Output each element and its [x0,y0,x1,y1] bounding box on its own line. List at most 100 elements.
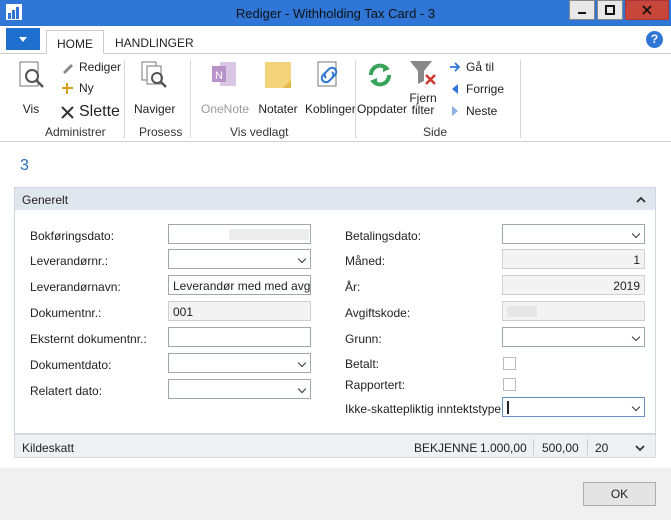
vendor-name-field[interactable]: Leverandør med med avgift [168,275,311,295]
group-vis-vedlagt: Vis vedlagt [230,125,289,139]
kildeskatt-title: Kildeskatt [22,441,75,455]
next-label: Neste [466,104,498,118]
notes-icon [263,60,293,90]
triangle-left-icon [452,84,458,94]
refresh-button[interactable]: Oppdater [357,60,407,116]
pencil-icon [63,63,73,74]
external-doc-no-label: Eksternt dokumentnr.: [30,332,147,346]
group-prosess: Prosess [139,125,183,139]
close-icon [642,5,652,15]
tax-code-field[interactable] [502,301,645,321]
delete-icon [61,105,74,119]
navigate-label: Naviger [134,102,176,116]
previous-label: Forrige [466,82,505,96]
page-title: 3 [20,157,29,174]
month-value: 1 [633,253,640,267]
reason-select[interactable] [502,327,645,347]
edit-label: Rediger [79,60,122,74]
ribbon-separator [520,60,521,138]
external-doc-no-field[interactable] [168,327,311,347]
year-field[interactable]: 2019 [502,275,645,295]
chevron-down-icon[interactable] [635,443,645,453]
links-icon [314,60,344,90]
application-menu-button[interactable] [6,28,40,50]
help-icon[interactable]: ? [646,31,663,48]
view-button[interactable]: Vis [15,60,47,116]
document-no-label: Dokumentnr.: [30,306,102,320]
group-side: Side [423,125,448,139]
kildeskatt-summary-amount: 1.000,00 [480,441,527,455]
paid-label: Betalt: [345,357,380,371]
year-value: 2019 [613,279,640,293]
next-button[interactable]: Neste [449,104,497,118]
posting-date-label: Bokføringsdato: [30,229,115,243]
ribbon-tabs: HOME HANDLINGER [0,26,671,54]
month-field[interactable]: 1 [502,249,645,269]
related-date-label: Relatert dato: [30,384,103,398]
general-header[interactable]: Generelt [15,188,655,210]
vendor-no-select[interactable] [168,249,311,269]
chevron-up-icon[interactable] [636,195,646,205]
notes-label: Notater [258,102,298,116]
month-label: Måned: [345,254,386,268]
goto-label: Gå til [466,60,495,74]
general-title: Generelt [22,193,69,207]
new-button[interactable]: Ny [61,81,94,95]
document-no-field[interactable]: 001 [168,301,311,321]
payment-date-label: Betalingsdato: [345,229,422,243]
triangle-right-icon [452,106,458,116]
kildeskatt-summary-tax: 500,00 [542,441,579,455]
previous-button[interactable]: Forrige [449,82,504,96]
svg-text:N: N [215,70,223,82]
reason-label: Grunn: [345,332,382,346]
new-icon [62,82,73,94]
non-taxable-income-select[interactable] [502,397,645,417]
navigate-icon [139,60,169,90]
ok-button[interactable]: OK [583,482,656,506]
divider [533,439,534,455]
tax-code-label: Avgiftskode: [345,306,411,320]
paid-checkbox[interactable] [503,357,516,370]
links-button[interactable]: Koblinger [305,60,356,116]
ribbon: Vis Rediger Ny Slette Administrer Navige… [0,54,671,142]
delete-label: Slette [79,103,120,120]
minimize-button[interactable] [569,0,595,20]
related-date-select[interactable] [168,379,311,399]
links-label: Koblinger [305,102,356,116]
year-label: År: [345,280,361,294]
ribbon-separator [190,60,191,138]
clear-filter-label-2: filter [411,103,435,117]
view-icon [16,60,46,90]
maximize-button[interactable] [597,0,623,20]
kildeskatt-summary-rate: 20 [595,441,609,455]
kildeskatt-summary-code: BEKJENNE [414,441,478,455]
reported-checkbox[interactable] [503,378,516,391]
vendor-no-label: Leverandørnr.: [30,254,109,268]
navigate-button[interactable]: Naviger [134,60,175,116]
posting-date-field[interactable] [168,224,311,244]
vendor-name-label: Leverandørnavn: [30,280,121,294]
goto-button[interactable]: Gå til [449,60,494,74]
tab-handlinger[interactable]: HANDLINGER [105,30,204,54]
footer: OK [0,468,671,520]
divider [587,439,588,455]
edit-button[interactable]: Rediger [61,60,121,74]
document-date-select[interactable] [168,353,311,373]
close-button[interactable] [625,0,669,20]
refresh-label: Oppdater [357,102,408,116]
ribbon-separator [124,60,125,138]
reported-label: Rapportert: [345,378,406,392]
redacted-value [507,306,537,317]
new-label: Ny [79,81,94,95]
clear-filter-icon [408,58,438,88]
onenote-label: OneNote [200,102,250,116]
tab-home[interactable]: HOME [46,30,104,54]
onenote-button[interactable]: N OneNote [199,60,251,116]
notes-button[interactable]: Notater [258,60,298,116]
payment-date-select[interactable] [502,224,645,244]
group-administrer: Administrer [45,125,106,139]
delete-button[interactable]: Slette [61,103,120,121]
non-taxable-income-label: Ikke-skattepliktig inntektstype: [345,402,505,416]
clear-filter-button[interactable]: Fjern filter [405,58,441,116]
kildeskatt-fasttab[interactable]: Kildeskatt BEKJENNE 1.000,00 500,00 20 [14,434,656,458]
